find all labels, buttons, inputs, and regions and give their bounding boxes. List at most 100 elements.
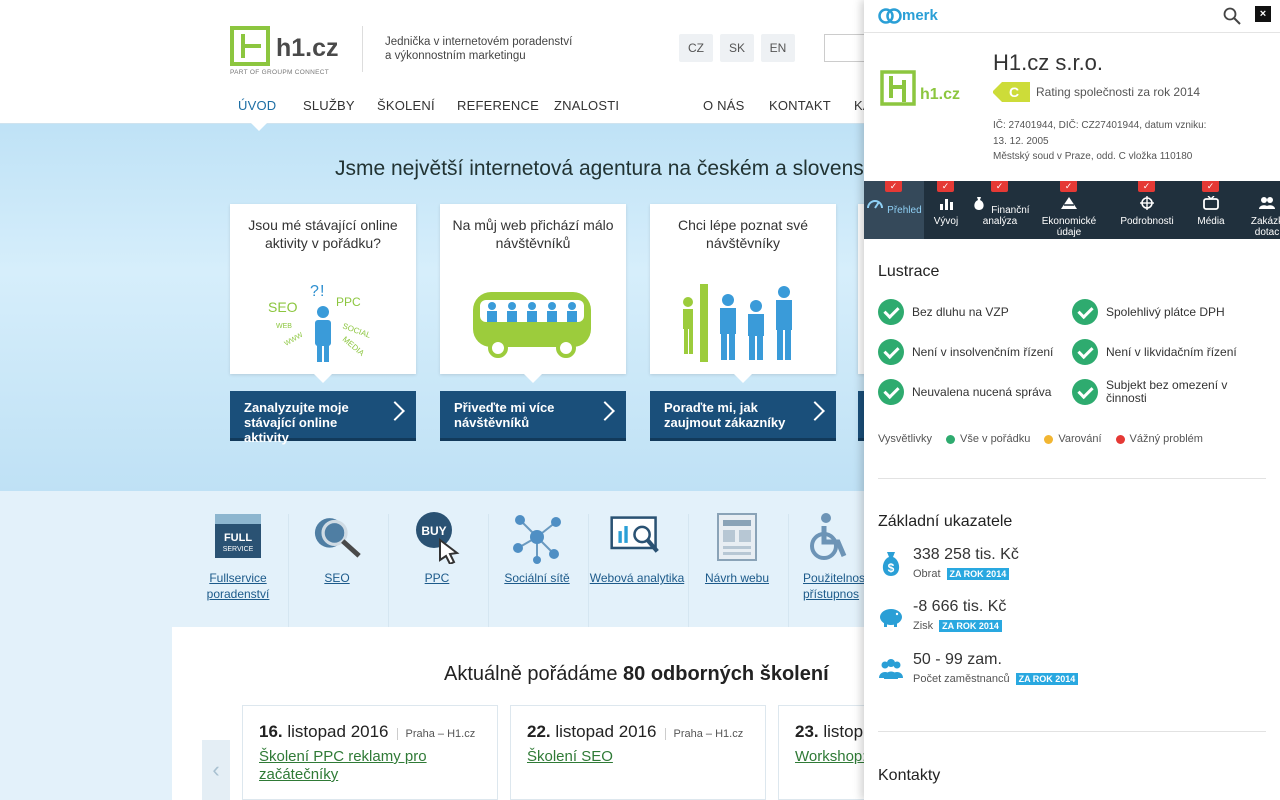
legend-problem: Vážný problém [1129, 433, 1203, 445]
nav-znalosti[interactable]: ZNALOSTI [554, 98, 619, 113]
engage-customers-button[interactable]: Poraďte mi, jak zaujmout zákazníky [650, 391, 836, 441]
merk-logo-icon [878, 8, 902, 24]
nav-kontakt[interactable]: KONTAKT [769, 98, 831, 113]
nav-skoleni[interactable]: ŠKOLENÍ [377, 98, 435, 113]
legend-label: Vysvětlivky [878, 433, 932, 445]
h1-logo[interactable]: h1.cz PART OF GROUPM CONNECT [230, 26, 365, 78]
company-name: H1.cz s.r.o. [993, 50, 1104, 75]
tab-financni-analyza[interactable]: ✓ Finanční analýza [970, 181, 1030, 239]
tab-label: Média [1197, 216, 1225, 227]
indicator-value: 50 - 99 zam. [913, 651, 1002, 668]
lang-sk-button[interactable]: SK [720, 34, 754, 62]
check-circle-icon [878, 339, 904, 365]
tab-media[interactable]: ✓ Média [1188, 181, 1234, 239]
service-usability[interactable]: Použitelnos přístupnos [787, 510, 867, 602]
training-day: 22. [527, 722, 551, 741]
service-label: Návrh webu [704, 571, 770, 585]
training-date: 23. listop [795, 722, 863, 742]
service-seo[interactable]: SEO [287, 510, 387, 586]
check-badge: ✓ [1202, 181, 1219, 192]
lang-en-button[interactable]: EN [761, 34, 795, 62]
carousel-prev-button[interactable]: ‹ [202, 740, 230, 800]
analyze-activities-button[interactable]: Zanalyzujte moje stávající online aktivi… [230, 391, 416, 445]
service-analytics[interactable]: Webová analytika [587, 510, 687, 586]
search-icon[interactable] [1223, 7, 1241, 25]
indicator-label: Obrat ZA ROK 2014 [913, 568, 1010, 580]
check-badge: ✓ [991, 181, 1008, 192]
training-card: 22. listopad 2016 Praha – H1.cz Školení S… [510, 705, 766, 800]
check-circle-icon [1072, 339, 1098, 365]
training-date: 22. listopad 2016 Praha – H1.cz [527, 722, 749, 742]
service-ppc[interactable]: BUY PPC [387, 510, 487, 586]
check-badge: ✓ [1138, 181, 1155, 192]
lang-cz-button[interactable]: CZ [679, 34, 713, 62]
card-pointer [734, 374, 752, 383]
nav-reference[interactable]: REFERENCE [457, 98, 539, 113]
problem-card-2: Na můj web přichází málo návštěvníků [440, 204, 626, 383]
problem-card-text: Jsou mé stávající online aktivity v pořá… [248, 217, 398, 251]
art-word-ppc: PPC [336, 295, 361, 309]
gauge-icon [867, 200, 884, 209]
bar-chart-icon [940, 199, 953, 210]
h1-logo-mark [230, 26, 270, 66]
warning-dot-icon [1044, 434, 1054, 444]
crosshair-icon [1140, 196, 1154, 210]
buy-button-icon: BUY [410, 510, 464, 564]
card-pointer [314, 374, 332, 383]
tagline-divider [362, 26, 363, 72]
close-icon[interactable]: × [1255, 6, 1271, 22]
check-badge: ✓ [1060, 181, 1077, 192]
service-web-design[interactable]: Návrh webu [687, 510, 787, 586]
more-visitors-button[interactable]: Přiveďte mi více návštěvníků [440, 391, 626, 441]
tab-label: Podrobnosti [1120, 216, 1174, 227]
year-tag: ZA ROK 2014 [946, 568, 1010, 580]
lustrace-item: Spolehlivý plátce DPH [1072, 298, 1225, 326]
indicator-value: -8 666 tis. Kč [913, 598, 1007, 615]
problem-dot-icon [1115, 434, 1125, 444]
training-card: 16. listopad 2016 Praha – H1.cz Školení P… [242, 705, 498, 800]
problem-card-text: Chci lépe poznat své návštěvníky [678, 217, 808, 251]
trainings-title-count: 80 odborných školení [623, 663, 829, 685]
fullservice-icon: FULL SERVICE [211, 510, 265, 564]
tagline-line-2: a výkonnostním marketingu [385, 50, 526, 62]
service-label: Webová analytika [589, 571, 685, 585]
tab-podrobnosti[interactable]: ✓ Podrobnosti [1114, 181, 1180, 239]
check-badge: ✓ [885, 181, 902, 192]
tab-prehled[interactable]: ✓ Přehled [864, 181, 924, 239]
art-word-question: ? [310, 283, 319, 300]
lustrace-item: Není v likvidačním řízení [1072, 338, 1237, 366]
logo-text: h1.cz [276, 34, 339, 62]
nav-sluzby[interactable]: SLUŽBY [303, 98, 355, 113]
training-link[interactable]: Workshop: Facebooku [795, 748, 867, 766]
training-month: listop [823, 722, 864, 741]
tab-label: Ekonomické údaje [1041, 216, 1097, 238]
training-place: Praha – H1.cz [396, 728, 476, 740]
legend-ok: Vše v pořádku [960, 433, 1031, 445]
service-label: PPC [424, 571, 450, 585]
tagline: Jednička v internetovém poradenství a vý… [385, 35, 605, 63]
network-icon [510, 510, 564, 564]
problem-card-1: Jsou mé stávající online aktivity v pořá… [230, 204, 416, 383]
nav-o-nas[interactable]: O NÁS [703, 98, 744, 113]
buy-text: BUY [421, 524, 446, 538]
legend-warning: Varování [1058, 433, 1102, 445]
service-social[interactable]: Sociální sítě [487, 510, 587, 586]
money-bag-icon [974, 197, 985, 210]
merk-tabs: ✓ Přehled ✓ Vývoj ✓ Finanční analýza ✓ E… [864, 181, 1280, 239]
training-link[interactable]: Školení SEO [527, 748, 749, 766]
tab-ekonomicke-udaje[interactable]: ✓ Ekonomické údaje [1036, 181, 1102, 239]
section-divider [878, 731, 1266, 732]
lustrace-text: Neuvalena nucená správa [912, 384, 1052, 399]
service-fullservice[interactable]: FULL SERVICE Fullservice poradenství [188, 510, 288, 602]
service-label: Fullservice poradenství [206, 571, 270, 601]
tab-label: Zakázk dotac [1250, 216, 1280, 238]
wheelchair-icon [800, 510, 854, 564]
lustrace-text: Není v insolvenčním řízení [912, 344, 1054, 359]
training-link[interactable]: Školení PPC reklamy pro začátečníky [259, 748, 481, 784]
tab-zakazky-dotace[interactable]: Zakázk dotac [1242, 181, 1280, 239]
nav-uvod[interactable]: ÚVOD [238, 98, 276, 113]
tab-vyvoj[interactable]: ✓ Vývoj [924, 181, 968, 239]
lustrace-item: Není v insolvenčním řízení [878, 338, 1053, 366]
art-word-web: WEB [276, 323, 292, 330]
training-day: 23. [795, 722, 819, 741]
